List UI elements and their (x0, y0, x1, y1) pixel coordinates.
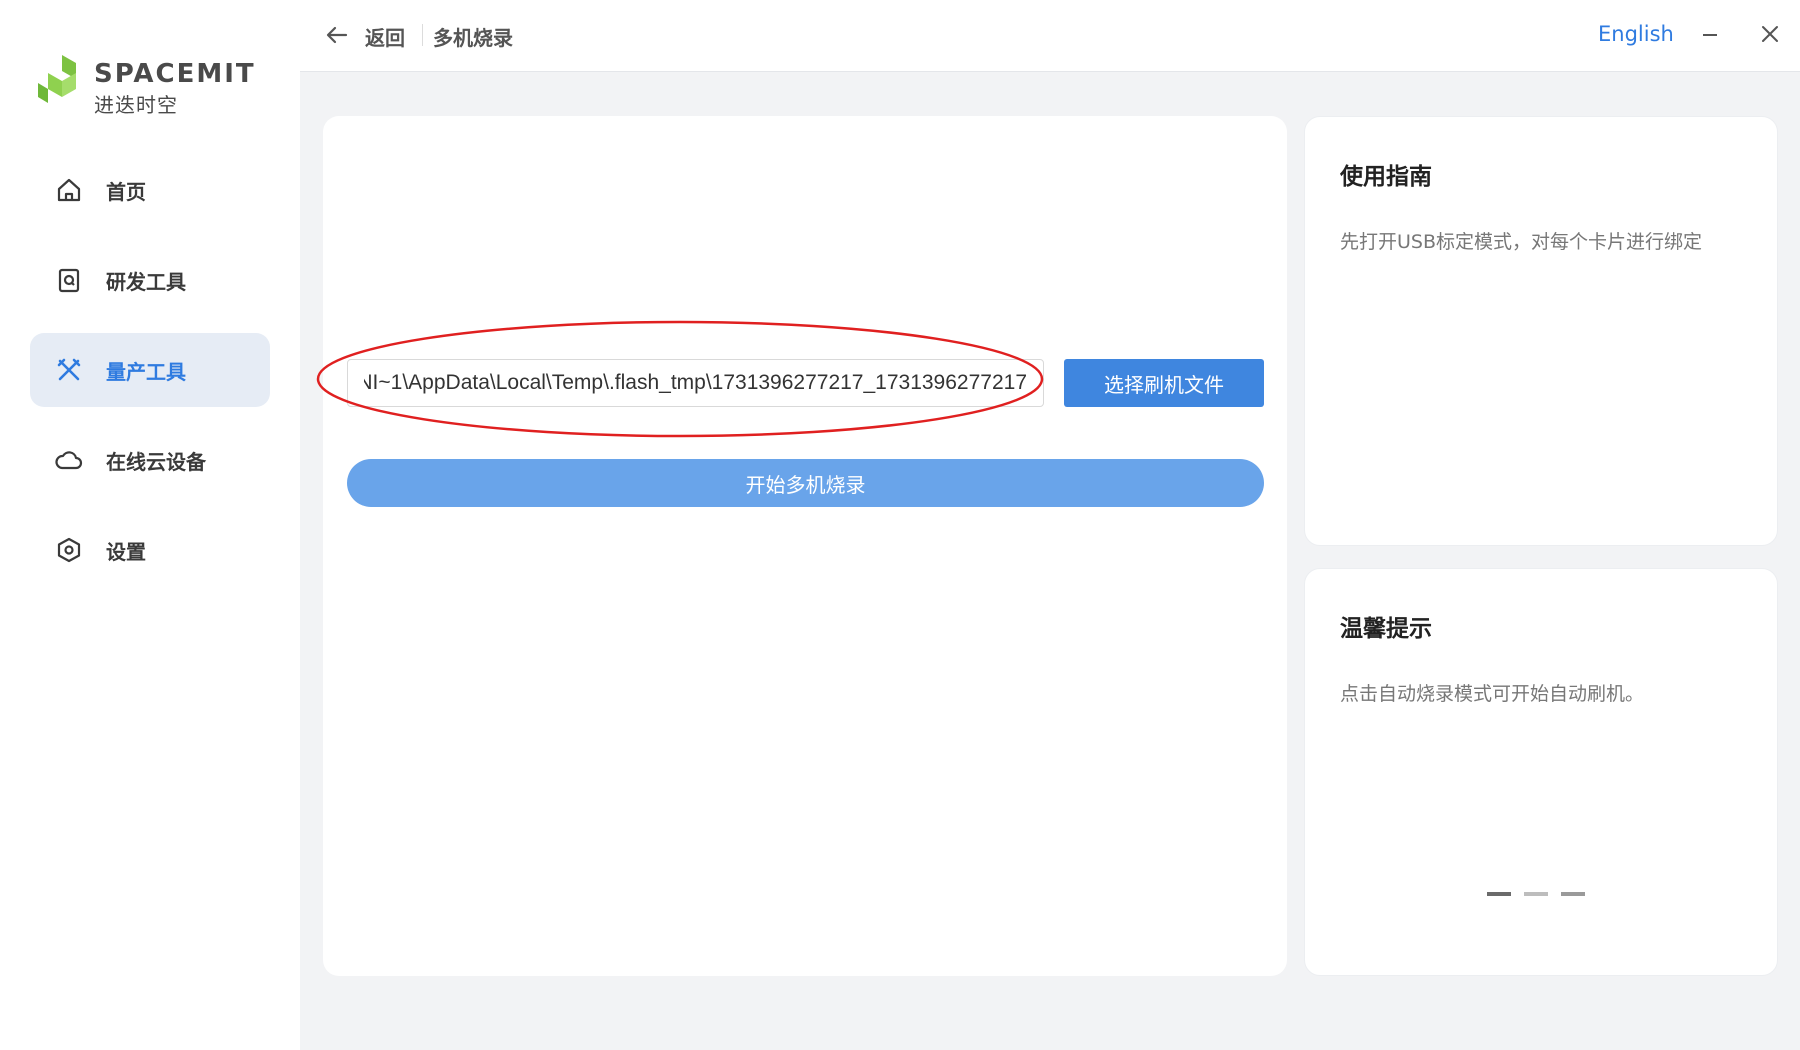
top-bar: 返回 多机烧录 English (300, 0, 1800, 72)
cloud-icon (54, 445, 84, 475)
sidebar-item-label: 首页 (106, 179, 146, 204)
usage-guide-card: 使用指南 先打开USB标定模式，对每个卡片进行绑定 (1304, 116, 1778, 546)
settings-icon (54, 535, 84, 565)
page-title: 多机烧录 (433, 26, 513, 50)
tools-icon (54, 355, 84, 385)
sidebar-item-home[interactable]: 首页 (30, 153, 270, 227)
back-arrow-icon[interactable] (324, 22, 350, 48)
dev-tool-icon (54, 265, 84, 295)
carousel-dot[interactable] (1524, 892, 1548, 896)
spacemit-logo-mark (38, 55, 76, 103)
logo-subtitle: 进迭时空 (94, 93, 178, 117)
sidebar-nav: 首页 研发工具 量产工具 在线云设备 设置 (30, 153, 270, 603)
spacemit-logo: SPACEMIT 进迭时空 (38, 55, 268, 117)
flash-file-path-input[interactable] (347, 359, 1044, 407)
language-switch[interactable]: English (1598, 22, 1674, 46)
start-multi-flash-button[interactable]: 开始多机烧录 (347, 459, 1264, 507)
carousel-dot[interactable] (1487, 892, 1511, 896)
sidebar-item-label: 研发工具 (106, 269, 186, 294)
sidebar-item-dev-tools[interactable]: 研发工具 (30, 243, 270, 317)
carousel-indicator (1487, 892, 1585, 896)
close-icon[interactable] (1758, 22, 1782, 46)
back-button[interactable]: 返回 (365, 22, 405, 51)
sidebar-item-label: 设置 (106, 539, 146, 564)
sidebar-item-cloud-devices[interactable]: 在线云设备 (30, 423, 270, 497)
choose-flash-file-button[interactable]: 选择刷机文件 (1064, 359, 1264, 407)
tips-title: 温馨提示 (1340, 616, 1432, 642)
minimize-icon[interactable] (1698, 22, 1722, 46)
sidebar-item-production-tools[interactable]: 量产工具 (30, 333, 270, 407)
sidebar-item-label: 量产工具 (106, 359, 186, 384)
tips-card: 温馨提示 点击自动烧录模式可开始自动刷机。 (1304, 568, 1778, 976)
home-icon (54, 175, 84, 205)
guide-text: 先打开USB标定模式，对每个卡片进行绑定 (1340, 231, 1703, 253)
flash-panel: 选择刷机文件 开始多机烧录 (316, 116, 1287, 976)
sidebar-item-label: 在线云设备 (106, 449, 206, 474)
sidebar-item-settings[interactable]: 设置 (30, 513, 270, 587)
breadcrumb-divider (422, 24, 423, 46)
sidebar: SPACEMIT 进迭时空 首页 研发工具 量产工具 在线云设备 设置 (0, 0, 300, 1050)
guide-title: 使用指南 (1340, 164, 1432, 190)
logo-wordmark: SPACEMIT (94, 59, 256, 89)
tips-text: 点击自动烧录模式可开始自动刷机。 (1340, 683, 1645, 705)
carousel-dot[interactable] (1561, 892, 1585, 896)
